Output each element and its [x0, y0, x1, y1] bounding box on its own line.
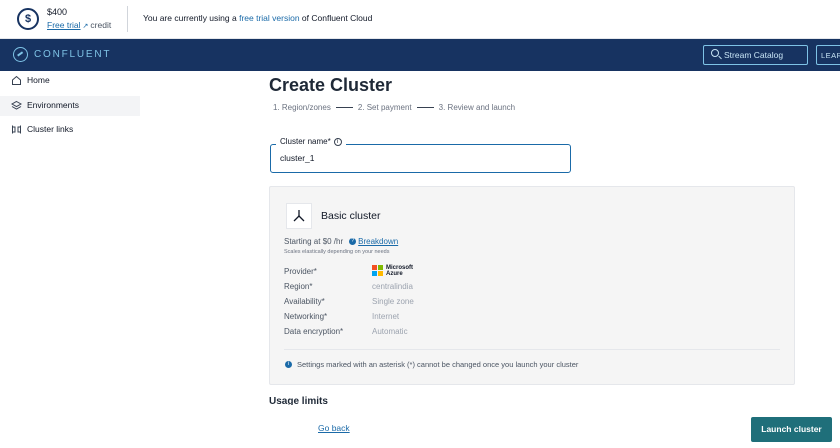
trial-banner: $ $400 Free trial ↗ credit You are current…: [0, 0, 840, 39]
sidebar-item-cluster-links[interactable]: Cluster links: [0, 120, 140, 140]
go-back-link[interactable]: Go back: [318, 423, 350, 433]
confluent-logo-text[interactable]: CONFLUENT: [34, 49, 111, 60]
link-icon: [11, 124, 22, 135]
learn-button[interactable]: LEARN: [816, 45, 840, 65]
credit-word: credit: [90, 20, 112, 30]
credit-amount: $400: [47, 7, 68, 17]
basic-cluster-icon: [286, 203, 312, 229]
provider-value: Microsoft Azure: [386, 265, 413, 277]
free-trial-link[interactable]: Free trial: [47, 20, 81, 30]
credit-line: Free trial ↗ credit: [47, 20, 111, 30]
networking-label: Networking*: [284, 312, 328, 321]
availability-value: Single zone: [372, 297, 414, 306]
trial-message-prefix: You are currently using a: [143, 13, 240, 23]
page-title: Create Cluster: [269, 75, 393, 95]
cluster-name-input[interactable]: [280, 153, 560, 163]
provider-label: Provider*: [284, 267, 317, 276]
sidebar-item-environments[interactable]: Environments: [0, 96, 140, 116]
sidebar-item-home[interactable]: Home: [0, 71, 140, 91]
step-connector: [335, 107, 353, 109]
scales-text: Scales elastically depending on your nee…: [284, 249, 390, 255]
settings-note: Settings marked with an asterisk (*) can…: [297, 360, 579, 369]
trial-message: You are currently using a free trial ver…: [143, 13, 372, 23]
cluster-summary-card: Basic cluster Starting at $0 /hr? Breakdo…: [269, 186, 795, 385]
networking-value: Internet: [372, 312, 400, 321]
step-review-launch: 3. Review and launch: [438, 103, 516, 113]
sidebar-item-label: Home: [27, 75, 50, 85]
help-icon: ?: [349, 238, 357, 246]
stream-catalog-placeholder: Stream Catalog: [724, 50, 784, 60]
data-encryption-value: Automatic: [372, 327, 408, 336]
data-encryption-label: Data encryption*: [284, 327, 344, 336]
free-trial-version-link[interactable]: free trial version: [239, 13, 299, 23]
learn-label: LEARN: [821, 51, 840, 60]
sidebar-item-label: Environments: [27, 100, 79, 110]
cluster-name-label: Cluster name* i: [276, 137, 346, 146]
step-connector: [416, 107, 434, 109]
starting-price: Starting at $0 /hr? Breakdown: [284, 237, 398, 246]
step-set-payment: 2. Set payment: [357, 103, 412, 113]
info-icon[interactable]: i: [333, 137, 342, 146]
provider-line2: Azure: [386, 271, 403, 277]
stream-catalog-search[interactable]: Stream Catalog: [703, 45, 808, 65]
confluent-logo-icon[interactable]: [13, 47, 28, 62]
sidebar: Home Environments Cluster links: [0, 71, 140, 448]
layers-icon: [10, 100, 23, 111]
cluster-name-label-text: Cluster name*: [280, 137, 331, 146]
trial-message-suffix: of Confluent Cloud: [299, 13, 373, 23]
launch-cluster-button[interactable]: Launch cluster: [751, 417, 832, 442]
step-region-zones: 1. Region/zones: [273, 103, 331, 113]
divider: [127, 6, 128, 32]
region-value: centralindia: [372, 282, 413, 291]
search-icon: [711, 49, 719, 57]
external-link-icon: ↗: [82, 23, 89, 30]
home-icon: [11, 75, 22, 86]
starting-price-text: Starting at $0 /hr: [284, 237, 344, 246]
info-icon: i: [285, 361, 292, 368]
divider: [284, 349, 780, 350]
sidebar-item-label: Cluster links: [27, 124, 74, 134]
stepper: 1. Region/zones 2. Set payment 3. Review a…: [273, 103, 515, 115]
cluster-name-field[interactable]: [270, 144, 571, 173]
microsoft-azure-icon: [372, 265, 383, 276]
availability-label: Availability*: [284, 297, 325, 306]
footer-bar: Go back Launch cluster: [0, 405, 840, 448]
breakdown-link[interactable]: Breakdown: [358, 237, 398, 246]
dollar-icon: $: [17, 8, 39, 30]
region-label: Region*: [284, 282, 313, 291]
usage-limits-heading: Usage limits: [269, 396, 328, 405]
cluster-type-title: Basic cluster: [321, 210, 381, 222]
